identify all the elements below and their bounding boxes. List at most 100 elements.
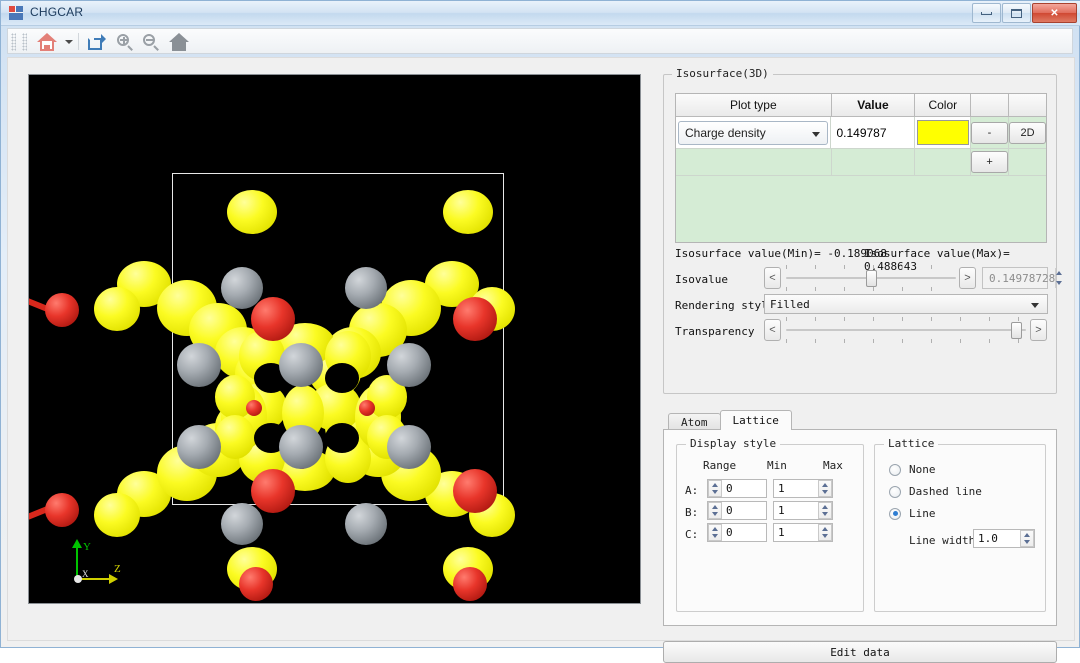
cell-blank[interactable] [1009, 149, 1046, 176]
isovalue-spinbox[interactable]: 0.14978728 [982, 267, 1048, 289]
isosurface-group: Isosurface(3D) Plot type Value Color Cha… [663, 74, 1057, 394]
maximize-button[interactable] [1002, 3, 1031, 23]
radio-icon-line[interactable] [889, 508, 901, 520]
isovalue-increment-button[interactable]: > [959, 267, 976, 289]
row-label-c: C: [685, 528, 698, 541]
cell-value-empty[interactable] [832, 149, 916, 176]
home-reset-button[interactable] [166, 31, 192, 53]
lattice-option-none[interactable]: None [889, 463, 936, 476]
min-spin-buttons-b[interactable] [708, 502, 722, 519]
min-field-c[interactable]: 0 [707, 523, 767, 542]
remove-isosurface-button[interactable]: - [971, 122, 1008, 144]
tab-atom[interactable]: Atom [668, 413, 721, 430]
spin-up-icon[interactable] [1056, 268, 1062, 278]
line-width-field[interactable]: 1.0 [973, 529, 1035, 548]
spin-up-icon[interactable] [819, 503, 831, 511]
isovalue-slider-handle[interactable] [866, 270, 877, 287]
plot-type-value: Charge density [685, 126, 766, 140]
max-field-b[interactable]: 1 [773, 501, 833, 520]
3d-viewport[interactable]: Y Z X [28, 74, 641, 604]
isovalue-label: Isovalue [675, 273, 728, 286]
export-button[interactable] [84, 31, 110, 53]
column-header-plot-type[interactable]: Plot type [676, 94, 832, 117]
tab-lattice[interactable]: Lattice [720, 410, 792, 430]
axis-label-x: X [82, 569, 89, 579]
min-field-a[interactable]: 0 [707, 479, 767, 498]
spin-down-icon[interactable] [1056, 278, 1062, 288]
home-color-button[interactable] [32, 31, 62, 53]
lattice-option-line[interactable]: Line [889, 507, 936, 520]
spin-down-icon[interactable] [819, 533, 831, 541]
plot-type-combobox[interactable]: Charge density [678, 121, 828, 145]
oxygen-atom [453, 469, 497, 513]
zoom-out-button[interactable] [138, 31, 164, 53]
metal-atom [387, 343, 431, 387]
isosurface-table: Plot type Value Color Charge density 0.1… [675, 93, 1047, 243]
max-spin-buttons-a[interactable] [818, 480, 832, 497]
header-range: Range [703, 459, 736, 472]
home-dropdown-button[interactable] [62, 31, 76, 53]
spin-up-icon[interactable] [709, 481, 721, 489]
table-row: + [676, 149, 1046, 176]
column-header-value[interactable]: Value [832, 94, 916, 117]
line-width-spin-buttons[interactable] [1020, 530, 1034, 547]
lattice-option-dashed[interactable]: Dashed line [889, 485, 982, 498]
column-header-color[interactable]: Color [915, 94, 971, 117]
add-isosurface-button[interactable]: + [971, 151, 1008, 173]
transparency-increment-button[interactable]: > [1030, 319, 1047, 341]
max-spin-buttons-b[interactable] [818, 502, 832, 519]
spin-up-icon[interactable] [1021, 531, 1033, 539]
toolbar-grip[interactable] [11, 33, 16, 51]
cell-value[interactable]: 0.149787 [831, 117, 915, 149]
metal-atom [221, 503, 263, 545]
spin-up-icon[interactable] [709, 503, 721, 511]
column-header-blank-1[interactable] [971, 94, 1009, 117]
spin-up-icon[interactable] [819, 481, 831, 489]
radio-icon-dashed[interactable] [889, 486, 901, 498]
max-field-a[interactable]: 1 [773, 479, 833, 498]
zoom-out-icon [142, 33, 160, 51]
isovalue-decrement-button[interactable]: < [764, 267, 781, 289]
metal-atom [387, 425, 431, 469]
transparency-decrement-button[interactable]: < [764, 319, 781, 341]
isosurface-lobe [94, 287, 140, 331]
slider-ticks-top [786, 317, 1026, 321]
spin-up-icon[interactable] [709, 525, 721, 533]
spin-down-icon[interactable] [819, 489, 831, 497]
max-field-c[interactable]: 1 [773, 523, 833, 542]
isosurface-lobe [443, 190, 493, 234]
toolbar-grip-2[interactable] [22, 33, 27, 51]
lattice-option-none-label: None [909, 463, 936, 476]
edit-data-button[interactable]: Edit data [663, 641, 1057, 663]
min-spin-buttons-c[interactable] [708, 524, 722, 541]
min-field-b[interactable]: 0 [707, 501, 767, 520]
spin-down-icon[interactable] [709, 489, 721, 497]
spin-down-icon[interactable] [709, 511, 721, 519]
transparency-slider-handle[interactable] [1011, 322, 1022, 339]
spin-up-icon[interactable] [819, 525, 831, 533]
isovalue-spin-buttons[interactable] [1055, 268, 1062, 288]
cell-color-empty[interactable] [915, 149, 971, 176]
min-spin-buttons-a[interactable] [708, 480, 722, 497]
radio-icon-none[interactable] [889, 464, 901, 476]
spin-down-icon[interactable] [819, 511, 831, 519]
minimize-button[interactable] [972, 3, 1001, 23]
spin-down-icon[interactable] [709, 533, 721, 541]
transparency-slider[interactable] [786, 319, 1026, 341]
cell-plot-type-empty[interactable] [676, 149, 832, 176]
zoom-in-button[interactable] [112, 31, 138, 53]
isovalue-slider[interactable] [786, 267, 956, 289]
min-value-b: 0 [722, 504, 766, 517]
color-swatch[interactable] [917, 120, 969, 145]
home-color-icon [37, 33, 57, 51]
spin-down-icon[interactable] [1021, 539, 1033, 547]
cell-2d: 2D [1009, 117, 1046, 149]
show-2d-button[interactable]: 2D [1009, 122, 1046, 144]
cell-color[interactable] [915, 117, 971, 149]
max-spin-buttons-c[interactable] [818, 524, 832, 541]
rendering-style-combobox[interactable]: Filled [764, 294, 1048, 314]
window-controls: ✕ [972, 3, 1077, 23]
cell-plot-type[interactable]: Charge density [676, 117, 831, 149]
column-header-blank-2[interactable] [1009, 94, 1046, 117]
close-button[interactable]: ✕ [1032, 3, 1077, 23]
